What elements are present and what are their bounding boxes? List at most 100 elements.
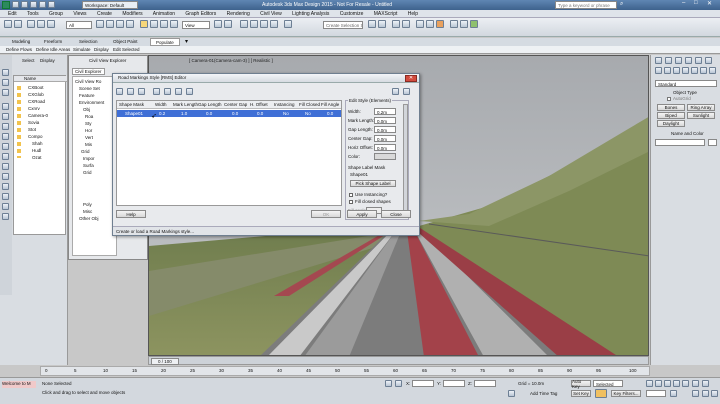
ribbon-tab-freeform[interactable]: Freeform [44, 39, 62, 44]
percent-snap-icon[interactable] [260, 20, 268, 28]
tree-item[interactable]: Civil View Ro [75, 79, 101, 84]
scene-explorer-tab-display[interactable]: Display [40, 58, 55, 63]
menu-tools[interactable]: Tools [27, 11, 39, 17]
simulate-button[interactable]: Simulate [73, 47, 91, 52]
pan-icon[interactable] [692, 390, 699, 397]
column-header[interactable]: Center Gap [224, 102, 247, 107]
track-bar[interactable]: 0 5 10 15 20 25 30 35 40 45 50 55 60 65 … [40, 366, 650, 376]
viewcube-icon[interactable] [609, 60, 639, 90]
next-frame-icon[interactable] [673, 380, 680, 387]
window-crossing-icon[interactable] [126, 20, 134, 28]
select-object-icon[interactable] [96, 20, 104, 28]
app-logo-icon[interactable] [2, 1, 10, 9]
geometry-icon[interactable] [655, 67, 662, 74]
tree-item[interactable]: Hor [85, 128, 92, 133]
daylight-button[interactable]: Daylight [657, 120, 685, 127]
modify-tab-icon[interactable] [665, 57, 672, 64]
add-time-tag[interactable]: Add Time Tag [530, 391, 557, 396]
pivot-icon[interactable] [214, 20, 222, 28]
helpers-icon[interactable] [691, 67, 698, 74]
select-by-name-icon[interactable] [106, 20, 114, 28]
lights-filter-icon[interactable] [2, 123, 9, 130]
ring-array-button[interactable]: Ring Array [687, 104, 715, 111]
systems-icon[interactable] [709, 67, 716, 74]
column-header[interactable]: H. Offset [250, 102, 268, 107]
tree-item[interactable]: Scene Set [79, 86, 100, 91]
shapes-icon[interactable] [664, 67, 671, 74]
minimize-icon[interactable]: – [682, 0, 685, 6]
dialog-close-icon[interactable]: ✕ [405, 75, 417, 82]
save-file-icon[interactable] [30, 1, 37, 8]
column-header[interactable]: Fill Closed [299, 102, 320, 107]
selected-dropdown[interactable]: Selected [593, 380, 623, 387]
lights-icon[interactable] [673, 67, 680, 74]
menu-rendering[interactable]: Rendering [227, 11, 250, 17]
column-header[interactable]: Fill Angle [321, 102, 339, 107]
undo-toolbar-icon[interactable] [4, 20, 12, 28]
pick-shape-label-button[interactable]: Pick Shape Label [350, 180, 396, 187]
tree-item[interactable]: Obj [83, 107, 90, 112]
ribbon-tab-object-paint[interactable]: Object Paint [113, 39, 138, 44]
material-editor-icon[interactable] [436, 20, 444, 28]
mark-length-field[interactable]: 0.0m [374, 117, 396, 124]
column-header[interactable]: Mark Length [173, 102, 198, 107]
new-file-icon[interactable] [12, 1, 19, 8]
key-filters-button[interactable]: Key Filters... [611, 390, 641, 397]
visibility-icon[interactable] [17, 86, 21, 158]
groups-filter-icon[interactable] [2, 163, 9, 170]
workspace-dropdown[interactable]: Workspace: Default [82, 1, 138, 9]
display-all-icon[interactable] [2, 79, 9, 86]
delete-element-icon[interactable] [164, 88, 171, 95]
list-item[interactable]: CXGlob [28, 92, 44, 97]
schematic-view-icon[interactable] [426, 20, 434, 28]
select-manipulate-icon[interactable] [224, 20, 232, 28]
x-coordinate-field[interactable] [412, 380, 434, 387]
reference-coordinate-dropdown[interactable]: View [182, 21, 210, 29]
tree-item[interactable]: Mis [85, 142, 92, 147]
key-mode-icon[interactable] [508, 390, 515, 397]
tree-item[interactable]: Surfa [83, 163, 94, 168]
search-input[interactable]: Type a keyword or phrase [555, 1, 617, 9]
z-coordinate-field[interactable] [474, 380, 496, 387]
menu-group[interactable]: Group [49, 11, 63, 17]
list-item[interactable]: Compo [28, 134, 43, 139]
tree-item[interactable]: Vert [85, 135, 93, 140]
tree-item[interactable]: Poly [83, 202, 92, 207]
settings-icon[interactable] [403, 88, 410, 95]
auto-key-button[interactable]: Auto Key [571, 379, 591, 389]
spinner-snap-icon[interactable] [270, 20, 278, 28]
set-key-icon[interactable] [595, 389, 607, 398]
graphite-toolbar-icon[interactable] [402, 20, 410, 28]
apply-button[interactable]: Apply [347, 210, 377, 218]
column-header[interactable]: Instancing [274, 102, 295, 107]
tree-item[interactable]: Roa [85, 114, 93, 119]
link-icon[interactable] [27, 20, 35, 28]
cameras-filter-icon[interactable] [2, 133, 9, 140]
open-file-icon[interactable] [21, 1, 28, 8]
frozen-filter-icon[interactable] [2, 203, 9, 210]
dialog-title-bar[interactable]: Road Markings Style [RMS] Editor ✕ [113, 74, 419, 83]
undo-icon[interactable] [39, 1, 46, 8]
scene-explorer-tab-select[interactable]: Select [22, 58, 35, 63]
column-header[interactable]: Gap Length [198, 102, 222, 107]
move-up-icon[interactable] [175, 88, 182, 95]
list-item[interactable]: Camera-0 [28, 113, 48, 118]
rendered-frame-window-icon[interactable] [460, 20, 468, 28]
color-swatch[interactable] [374, 153, 396, 160]
viewport-label[interactable]: [ Camera-01(Camera-cam-3) ] [ Realistic … [189, 58, 273, 63]
list-item[interactable]: Stot [28, 127, 36, 132]
help-icon[interactable] [392, 88, 399, 95]
geometry-filter-icon[interactable] [2, 103, 9, 110]
menu-customize[interactable]: Customize [340, 11, 364, 17]
shapes-filter-icon[interactable] [2, 113, 9, 120]
list-item[interactable]: Cxnrv [28, 106, 40, 111]
named-selection-dropdown[interactable]: Create Selection Se [323, 21, 363, 29]
menu-create[interactable]: Create [97, 11, 112, 17]
menu-views[interactable]: Views [73, 11, 86, 17]
display-invert-icon[interactable] [2, 89, 9, 96]
mirror-icon[interactable] [368, 20, 376, 28]
menu-graph-editors[interactable]: Graph Editors [185, 11, 216, 17]
zoom-all-icon[interactable] [702, 380, 709, 387]
set-key-button[interactable]: Set Key [571, 390, 591, 397]
containers-filter-icon[interactable] [2, 193, 9, 200]
